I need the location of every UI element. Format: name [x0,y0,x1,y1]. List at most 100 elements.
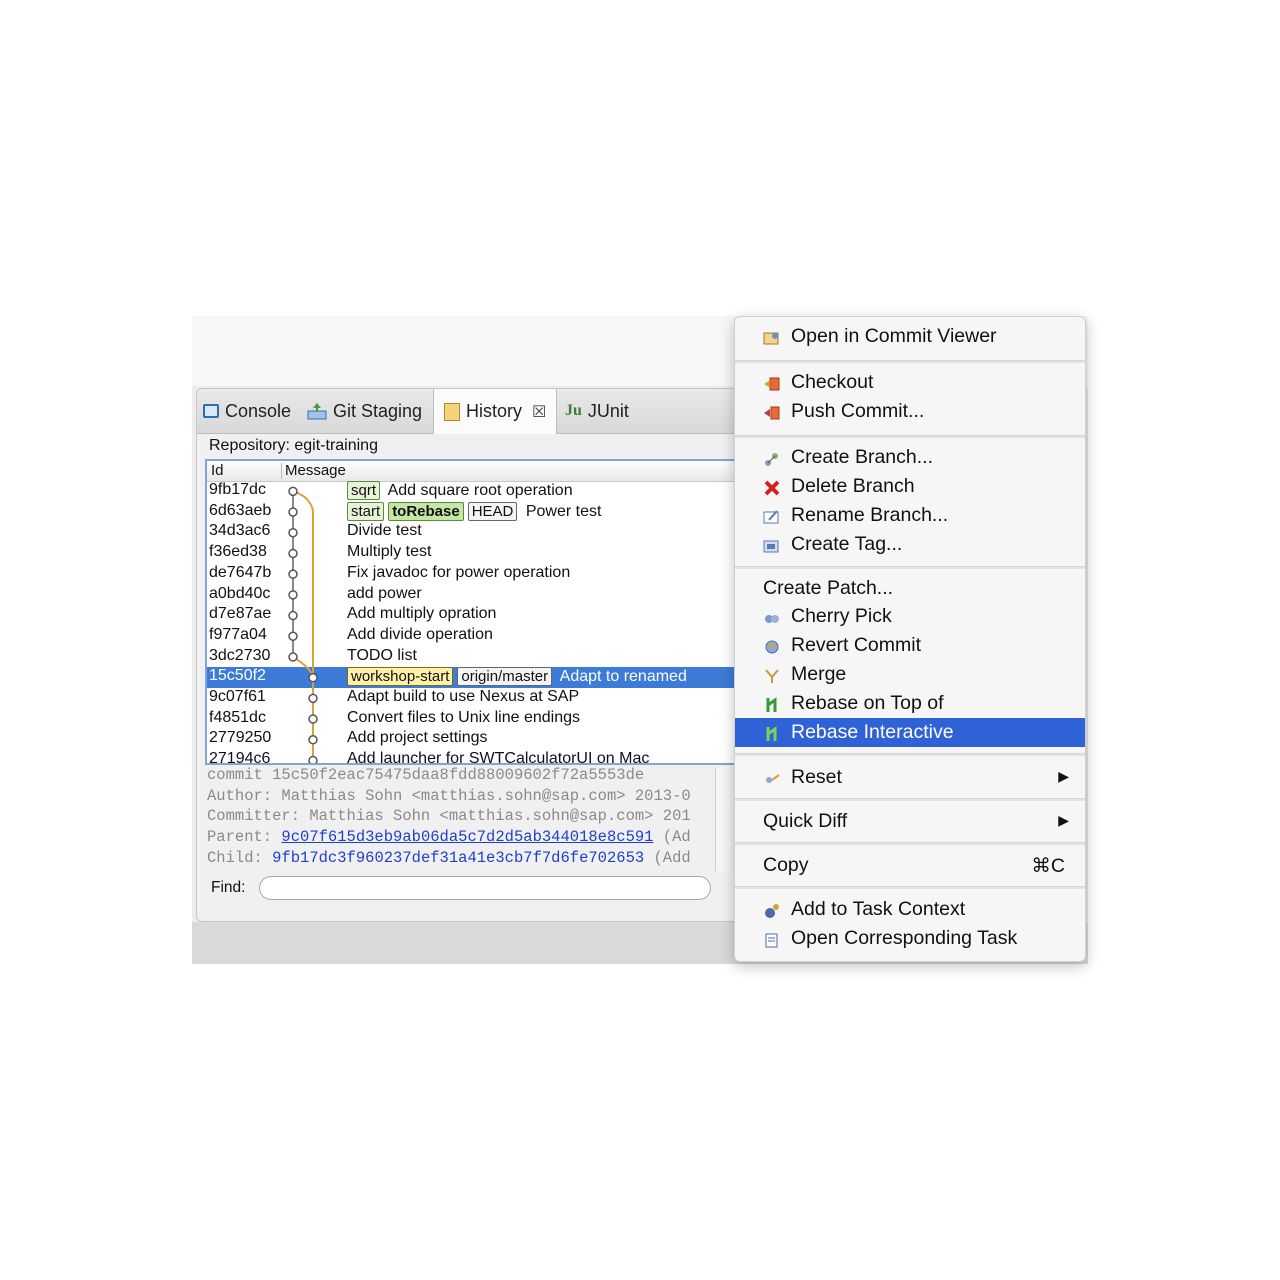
menu-item-cherry-pick[interactable]: Cherry Pick [735,602,1085,631]
table-row[interactable]: a0bd40c add power [207,585,785,606]
table-row[interactable]: d7e87ae Add multiply opration [207,605,785,626]
column-header-id[interactable]: Id [211,462,224,479]
table-row[interactable]: f977a04 Add divide operation [207,626,785,647]
column-header-message[interactable]: Message [285,462,346,479]
table-header: Id Message [207,461,785,482]
menu-item-label: Create Tag... [791,533,903,555]
tab-junit[interactable]: Ju JUnit [565,389,629,433]
menu-item-label: Open in Commit Viewer [791,325,997,347]
table-row[interactable]: 3dc2730 TODO list [207,647,785,668]
history-view: Console Git Staging History ☒ Ju JUnit R… [196,388,788,922]
push-icon [763,404,781,420]
menu-item-delete-branch[interactable]: Delete Branch [735,472,1085,501]
table-row[interactable]: 27194c6 Add launcher for SWTCalculatorUI … [207,750,785,763]
menu-separator [735,566,1085,569]
ref-badge: origin/master [457,667,553,687]
shortcut-label: ⌘C [1031,855,1065,877]
menu-item-revert-commit[interactable]: Revert Commit [735,631,1085,660]
tab-history[interactable]: History ☒ [433,389,558,434]
table-row[interactable]: f36ed38 Multiply test [207,543,785,564]
commit-id: 9fb17dc [209,481,266,498]
table-row[interactable]: 9c07f61 Adapt build to use Nexus at SAP [207,688,785,709]
repository-label: Repository: egit-training [209,437,378,454]
menu-item-create-patch[interactable]: Create Patch... [735,574,1085,603]
context-menu: Open in Commit Viewer Checkout Push Commit… [734,316,1086,962]
menu-item-label: Rename Branch... [791,504,949,526]
child-link[interactable]: 9fb17dc3f960237def31a41e3cb7f7d6fe702653 [272,849,644,867]
menu-item-merge[interactable]: Merge [735,660,1085,689]
commit-message-cell: Multiply test [347,543,431,561]
commit-id: a0bd40c [209,584,271,602]
parent-link[interactable]: 9c07f615d3eb9ab06da5c7d2d5ab344018e8c591 [281,828,653,846]
table-row[interactable]: 6d63aeb start toRebase HEAD Power test [207,501,785,523]
rebase-icon [763,696,781,712]
column-divider [281,463,282,479]
cherry-pick-icon [763,609,781,625]
commit-id: 15c50f2 [209,667,266,685]
commit-message: Convert files to Unix line endings [347,708,581,726]
table-row[interactable]: de7647b Fix javadoc for power operation [207,564,785,585]
menu-item-open-in-commit-viewer[interactable]: Open in Commit Viewer [735,322,1085,351]
view-tab-bar: Console Git Staging History ☒ Ju JUnit [197,389,787,434]
table-row[interactable]: 9fb17dc sqrt Add square root operation [207,481,785,502]
tab-label: Console [225,400,292,421]
menu-separator [735,886,1085,889]
menu-item-copy[interactable]: Copy ⌘C [735,851,1085,880]
commit-id: d7e87ae [209,605,272,623]
submenu-arrow-icon: ▶ [1058,812,1069,828]
menu-item-create-tag[interactable]: Create Tag... [735,530,1085,559]
menu-item-push-commit[interactable]: Push Commit... [735,397,1085,426]
close-icon[interactable]: ☒ [532,402,546,422]
rebase-interactive-icon [763,725,781,741]
table-row[interactable]: 2779250 Add project settings [207,729,785,750]
menu-item-quick-diff[interactable]: Quick Diff ▶ [735,807,1085,836]
child-line: Child: 9fb17dc3f960237def31a41e3cb7f7d6f… [207,848,715,869]
commit-line: commit 15c50f2eac75475daa8fdd88009602f72… [207,766,645,784]
history-icon [444,402,460,421]
commit-message-cell: Add launcher for SWTCalculatorUI on Mac [347,750,649,763]
menu-item-add-to-task-context[interactable]: Add to Task Context [735,895,1085,924]
menu-item-open-corresponding-task[interactable]: Open Corresponding Task [735,924,1085,953]
commit-id: 34d3ac6 [209,522,271,540]
tag-icon [763,537,781,553]
details-scrollbar[interactable] [715,767,730,871]
menu-item-checkout[interactable]: Checkout [735,368,1085,397]
table-row[interactable]: f4851dc Convert files to Unix line ending… [207,709,785,730]
menu-item-label: Push Commit... [791,400,925,422]
tab-git-staging[interactable]: Git Staging [307,389,422,433]
commit-message: TODO list [347,646,417,664]
commit-message: add power [347,584,422,602]
commit-message: Add multiply opration [347,605,497,623]
ref-badge: toRebase [388,501,464,521]
table-row[interactable]: 15c50f2 workshop-start origin/master Adapt… [207,667,785,688]
menu-item-rebase-on-top-of[interactable]: Rebase on Top of [735,689,1085,718]
commit-message: Fix javadoc for power operation [347,563,571,581]
commit-id: f977a04 [209,625,267,643]
delete-icon [763,479,781,496]
commit-id: 6d63aeb [209,501,272,519]
commit-message-cell: Convert files to Unix line endings [347,709,580,727]
menu-item-rename-branch[interactable]: Rename Branch... [735,501,1085,530]
menu-item-label: Create Patch... [763,577,894,599]
commit-id: 9c07f61 [209,688,266,705]
commit-table[interactable]: Id Message 9fb17dc sqrt Add square root o… [205,459,787,765]
commit-message: Add square root operation [384,482,573,499]
menu-separator [735,842,1085,845]
table-row[interactable]: 34d3ac6 Divide test [207,522,785,543]
task-context-icon [763,902,781,918]
find-input[interactable] [259,876,711,900]
commit-message: Adapt build to use Nexus at SAP [347,688,580,705]
commit-message-cell: add power [347,585,422,603]
menu-item-rebase-interactive[interactable]: Rebase Interactive [735,718,1085,747]
merge-icon [763,667,781,683]
commit-message: Adapt to renamed [556,668,687,686]
ref-badge: HEAD [467,501,518,521]
commit-message: Divide test [347,522,422,540]
menu-item-reset[interactable]: Reset ▶ [735,763,1085,792]
tab-console[interactable]: Console [203,389,291,433]
menu-separator [735,753,1085,756]
menu-item-label: Delete Branch [791,475,915,497]
find-label: Find: [211,879,246,896]
menu-item-create-branch[interactable]: Create Branch... [735,443,1085,472]
menu-item-label: Merge [791,663,847,685]
